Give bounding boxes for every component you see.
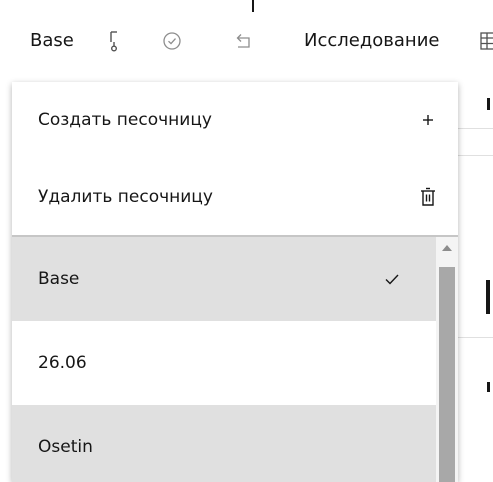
background-glyph xyxy=(487,382,490,392)
scrollbar-thumb[interactable] xyxy=(439,267,455,482)
undo-icon[interactable] xyxy=(232,29,256,53)
toolbar: Base Исследование xyxy=(0,0,493,82)
sandbox-dropdown: Создать песочницу Удалить песочницу Base xyxy=(12,82,458,482)
list-scrollbar[interactable] xyxy=(436,237,458,482)
divider xyxy=(458,337,493,338)
sandbox-option-osetin[interactable]: Osetin xyxy=(12,405,458,482)
divider xyxy=(458,128,493,129)
scroll-up-arrow-icon[interactable] xyxy=(442,245,452,251)
background-glyph xyxy=(487,98,490,110)
sandbox-option-label: 26.06 xyxy=(38,353,87,373)
check-circle-icon[interactable] xyxy=(160,29,184,53)
delete-sandbox-label: Удалить песочницу xyxy=(38,187,213,207)
research-menu[interactable]: Исследование xyxy=(304,28,439,54)
background-glyph xyxy=(486,280,490,314)
create-sandbox-label: Создать песочницу xyxy=(38,110,212,130)
sandbox-option-label: Base xyxy=(38,269,80,289)
sandbox-option-base[interactable]: Base xyxy=(12,237,458,321)
trash-icon xyxy=(416,185,440,209)
merge-icon[interactable] xyxy=(102,29,126,53)
sandbox-option-26-06[interactable]: 26.06 xyxy=(12,321,458,405)
sandbox-list: Base 26.06 Osetin xyxy=(12,237,458,482)
create-sandbox-item[interactable]: Создать песочницу xyxy=(12,82,458,159)
table-icon[interactable] xyxy=(478,29,493,53)
sandbox-selector[interactable]: Base xyxy=(30,28,74,54)
divider xyxy=(458,155,493,156)
toolbar-marker xyxy=(252,0,254,12)
checkmark-icon xyxy=(380,267,404,291)
delete-sandbox-item[interactable]: Удалить песочницу xyxy=(12,159,458,236)
sandbox-option-label: Osetin xyxy=(38,437,93,457)
background-content xyxy=(458,82,493,482)
plus-icon xyxy=(416,108,440,132)
